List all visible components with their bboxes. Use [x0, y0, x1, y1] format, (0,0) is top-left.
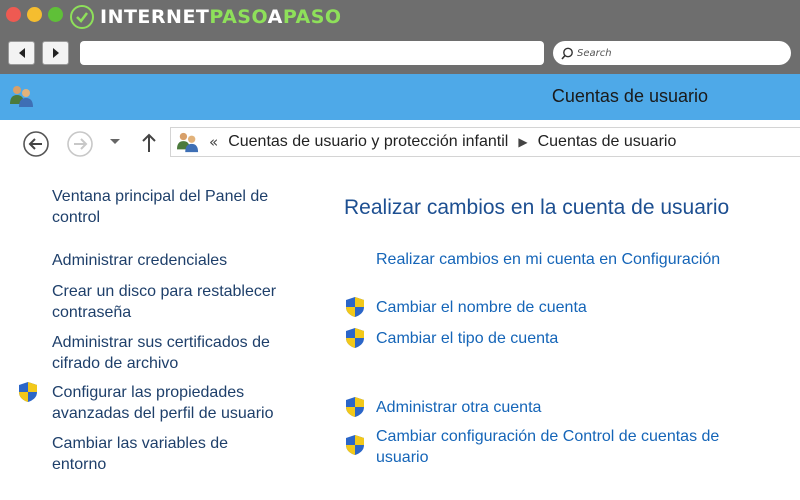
up-arrow-icon[interactable]: [140, 132, 158, 154]
window-controls: [6, 7, 63, 22]
sidebar-item-password-reset-disk[interactable]: Crear un disco para restablecer contrase…: [52, 281, 312, 323]
recent-locations-chevron-icon[interactable]: [109, 138, 121, 146]
link-manage-another-account[interactable]: Administrar otra cuenta: [376, 397, 776, 418]
breadcrumb-separator-icon[interactable]: ▶: [518, 135, 527, 149]
forward-circle-icon[interactable]: [66, 130, 94, 158]
sidebar-item-advanced-profile-properties[interactable]: Configurar las propiedades avanzadas del…: [52, 382, 314, 424]
back-circle-icon[interactable]: [22, 130, 50, 158]
address-bar[interactable]: « Cuentas de usuario y protección infant…: [170, 127, 800, 157]
uac-shield-icon: [346, 297, 364, 317]
close-window-button[interactable]: [6, 7, 21, 22]
users-icon: [10, 86, 33, 107]
sidebar-item-environment-variables[interactable]: Cambiar las variables de entorno: [52, 433, 262, 475]
search-icon: [561, 47, 573, 60]
link-change-in-settings[interactable]: Realizar cambios en mi cuenta en Configu…: [376, 249, 776, 270]
users-icon: [177, 132, 199, 153]
url-input[interactable]: [80, 41, 544, 65]
logo-part-paso-2: PASO: [282, 6, 342, 28]
sidebar-item-control-panel-home[interactable]: Ventana principal del Panel de control: [52, 186, 307, 228]
logo-part-paso: PASO: [209, 6, 268, 28]
forward-arrow-icon: [52, 48, 59, 58]
sidebar-item-manage-credentials[interactable]: Administrar credenciales: [52, 250, 307, 271]
link-change-account-name[interactable]: Cambiar el nombre de cuenta: [376, 297, 776, 318]
link-change-uac-settings[interactable]: Cambiar configuración de Control de cuen…: [376, 426, 776, 468]
browser-chrome: INTERNETPASOAPASO Search: [0, 0, 800, 74]
breadcrumb-overflow[interactable]: «: [209, 133, 218, 151]
search-input[interactable]: Search: [553, 41, 791, 65]
uac-shield-icon: [346, 397, 364, 417]
breadcrumb-item[interactable]: Cuentas de usuario: [538, 133, 677, 151]
site-logo: INTERNETPASOAPASO: [70, 3, 342, 31]
sidebar-item-encryption-certificates[interactable]: Administrar sus certificados de cifrado …: [52, 332, 314, 374]
uac-shield-icon: [346, 328, 364, 348]
window-titlebar: Cuentas de usuario: [0, 74, 800, 120]
logo-check-icon: [70, 5, 94, 29]
window-title: Cuentas de usuario: [551, 86, 708, 106]
breadcrumb-item[interactable]: Cuentas de usuario y protección infantil: [228, 133, 508, 151]
maximize-window-button[interactable]: [48, 7, 63, 22]
page-heading: Realizar cambios en la cuenta de usuario: [344, 196, 730, 219]
browser-back-button[interactable]: [8, 41, 35, 65]
back-arrow-icon: [18, 48, 25, 58]
logo-text: INTERNETPASOAPASO: [100, 6, 342, 28]
search-placeholder: Search: [577, 47, 612, 59]
minimize-window-button[interactable]: [27, 7, 42, 22]
uac-shield-icon: [19, 382, 37, 402]
logo-part-a: A: [267, 6, 283, 28]
logo-part-internet: INTERNET: [100, 6, 210, 28]
uac-shield-icon: [346, 435, 364, 455]
browser-forward-button[interactable]: [42, 41, 69, 65]
link-change-account-type[interactable]: Cambiar el tipo de cuenta: [376, 328, 776, 349]
